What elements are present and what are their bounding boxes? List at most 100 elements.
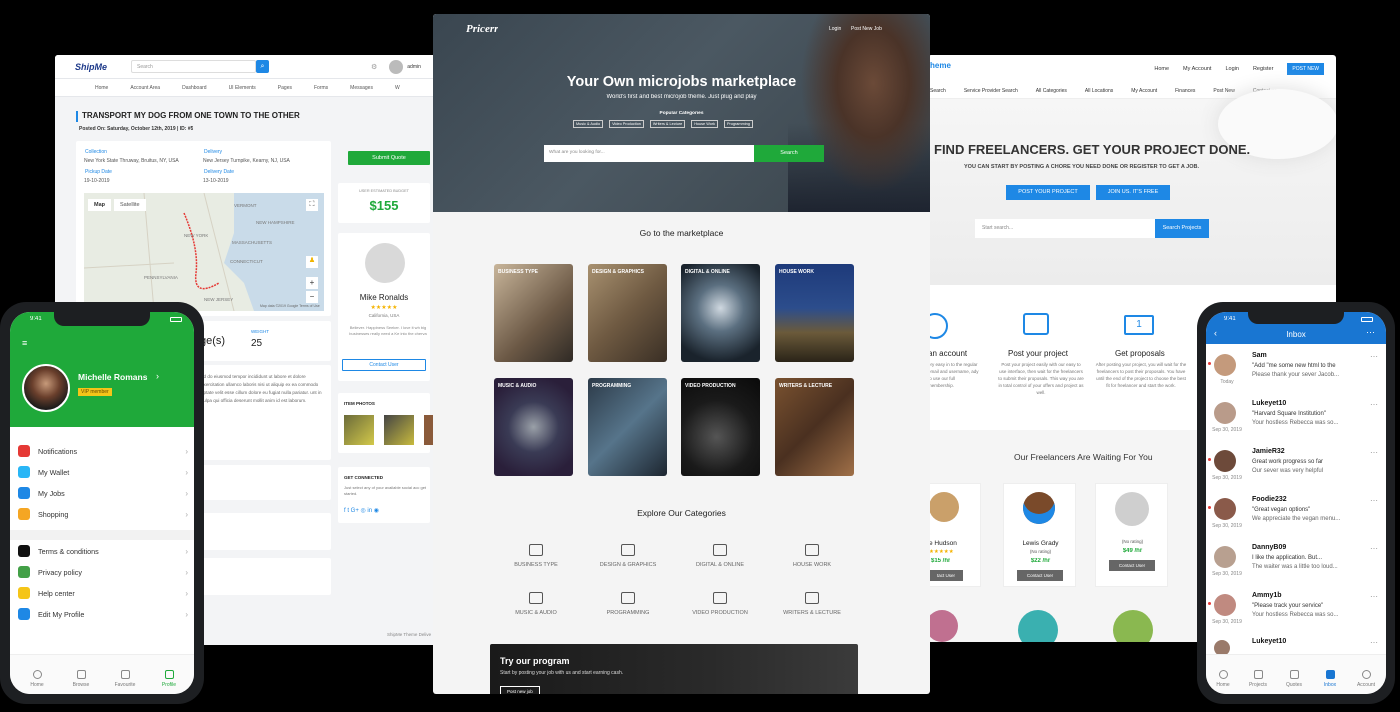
freelancer-card[interactable]: e Hudson ★★★★★ $15 /hr tact User (928, 483, 981, 587)
subnav-item[interactable]: All Locations (1085, 88, 1113, 94)
contact-user-button[interactable]: Contact User (1109, 560, 1155, 571)
chevron-right-icon[interactable]: › (156, 371, 159, 381)
search-button[interactable]: Search (754, 145, 824, 162)
pegman-icon[interactable]: ♟ (306, 256, 318, 268)
menu-terms[interactable]: Terms & conditions › (18, 544, 188, 558)
menu-wallet[interactable]: My Wallet › (18, 465, 188, 479)
message-item[interactable]: DannyB09 I like the application. But... Th… (1212, 544, 1378, 584)
contact-user-button[interactable]: Contact User (342, 359, 426, 371)
popular-tag[interactable]: Programming (724, 120, 753, 128)
search-input[interactable]: Search (131, 60, 256, 73)
fullscreen-icon[interactable]: ⛶ (306, 199, 318, 211)
explore-digital-online[interactable]: DIGITAL & ONLINE (675, 544, 765, 568)
menu-notifications[interactable]: Notifications › (18, 444, 188, 458)
item-photo[interactable] (344, 415, 374, 445)
tile-business-type[interactable]: BUSINESS TYPE (494, 264, 573, 362)
subnav-item[interactable]: Finances (1175, 88, 1195, 94)
nav-item[interactable]: Pages (278, 85, 292, 91)
settings-icon[interactable]: ⚙ (371, 63, 377, 71)
nav-item[interactable]: UI Elements (229, 85, 256, 91)
tab-home[interactable]: Home (1208, 670, 1238, 688)
freelancer-logo[interactable]: heme (930, 61, 951, 70)
nav-my-account[interactable]: My Account (1183, 66, 1211, 72)
post-job-link[interactable]: Post New Job (851, 26, 882, 32)
explore-music-audio[interactable]: MUSIC & AUDIO (491, 592, 581, 616)
nav-item[interactable]: Account Area (130, 85, 160, 91)
more-icon[interactable]: ⋯ (1370, 544, 1378, 553)
contact-user-button[interactable]: Contact User (1017, 570, 1063, 581)
tab-favourite[interactable]: Favourite (110, 670, 140, 688)
post-project-button[interactable]: POST YOUR PROJECT (1006, 185, 1090, 200)
subnav-item[interactable]: All Categories (1036, 88, 1067, 94)
nav-home[interactable]: Home (1154, 66, 1169, 72)
join-button[interactable]: JOIN US. IT'S FREE (1096, 185, 1170, 200)
tile-writers-lecture[interactable]: WRITERS & LECTURE (775, 378, 854, 476)
post-new-button[interactable]: POST NEW (1287, 63, 1324, 75)
subnav-item[interactable]: Search (930, 88, 946, 94)
menu-shopping[interactable]: Shopping › (18, 507, 188, 521)
social-icons[interactable]: f t G+ ◎ in ◉ (344, 507, 379, 514)
explore-design-graphics[interactable]: DESIGN & GRAPHICS (583, 544, 673, 568)
more-icon[interactable]: ⋯ (1370, 352, 1378, 361)
nav-item[interactable]: Forms (314, 85, 328, 91)
nav-item[interactable]: W (395, 85, 400, 91)
message-item[interactable]: JamieR32 Great work progress so far Our se… (1208, 448, 1378, 488)
tile-digital-online[interactable]: DIGITAL & ONLINE (681, 264, 760, 362)
subnav-item[interactable]: My Account (1131, 88, 1157, 94)
avatar[interactable] (389, 59, 404, 74)
freelancer-card[interactable]: Lewis Grady (No rating) $22 /hr Contact … (1003, 483, 1076, 587)
search-button[interactable]: ⌕ (256, 60, 269, 73)
tab-profile[interactable]: Profile (154, 670, 184, 688)
more-icon[interactable]: ⋯ (1370, 448, 1378, 457)
tab-browse[interactable]: Browse (66, 670, 96, 688)
tab-projects[interactable]: Projects (1243, 670, 1273, 688)
explore-house-work[interactable]: HOUSE WORK (767, 544, 857, 568)
popular-tag[interactable]: House Work (691, 120, 719, 128)
tile-programming[interactable]: PROGRAMMING (588, 378, 667, 476)
satellite-tab[interactable]: Satellite (114, 199, 146, 211)
menu-edit-profile[interactable]: Edit My Profile › (18, 607, 188, 621)
message-item[interactable]: Ammy1b "Please track your service" Your ho… (1208, 592, 1378, 632)
tab-inbox[interactable]: Inbox (1315, 670, 1345, 688)
message-item[interactable]: Foodie232 "Great vegan options" We appreci… (1208, 496, 1378, 536)
pricerr-logo[interactable]: Pricerr (466, 23, 498, 35)
search-input[interactable]: What are you looking for... (544, 145, 754, 162)
popular-tag[interactable]: Writers & Lecture (649, 120, 686, 128)
contact-user-button[interactable]: tact User (929, 570, 963, 581)
more-icon[interactable]: ⋯ (1370, 592, 1378, 601)
search-projects-button[interactable]: Search Projects (1155, 219, 1209, 238)
route-map[interactable]: Map Satellite VERMONT NEW HAMPSHIRE MASS… (84, 193, 324, 311)
tile-music-audio[interactable]: MUSIC & AUDIO (494, 378, 573, 476)
zoom-out-icon[interactable]: − (306, 291, 318, 303)
menu-help[interactable]: Help center › (18, 586, 188, 600)
more-icon[interactable]: ⋯ (1370, 638, 1378, 647)
zoom-in-icon[interactable]: + (306, 277, 318, 289)
explore-business-type[interactable]: BUSINESS TYPE (491, 544, 581, 568)
tab-home[interactable]: Home (22, 670, 52, 688)
nav-item[interactable]: Dashboard (182, 85, 206, 91)
subnav-item[interactable]: Post New (1213, 88, 1234, 94)
login-link[interactable]: Login (829, 26, 841, 32)
message-item[interactable]: Lukeyet10 "Harvard Square Institution" You… (1212, 400, 1378, 440)
nav-login[interactable]: Login (1225, 66, 1238, 72)
explore-video-production[interactable]: VIDEO PRODUCTION (675, 592, 765, 616)
tile-video-production[interactable]: VIDEO PRODUCTION (681, 378, 760, 476)
more-icon[interactable]: ⋯ (1370, 400, 1378, 409)
map-tab[interactable]: Map (88, 199, 111, 211)
message-item[interactable]: Sam "Add "me some new html to the Please t… (1208, 352, 1378, 392)
avatar[interactable] (22, 364, 70, 412)
shipme-logo[interactable]: ShipMe (75, 62, 125, 72)
tab-quotes[interactable]: Quotes (1279, 670, 1309, 688)
explore-programming[interactable]: PROGRAMMING (583, 592, 673, 616)
more-icon[interactable]: ⋯ (1370, 496, 1378, 505)
popular-tag[interactable]: Music & Audio (573, 120, 604, 128)
more-icon[interactable]: ⋯ (1366, 327, 1375, 338)
submit-quote-button[interactable]: Submit Quote (348, 151, 430, 165)
freelancer-card[interactable]: (No rating) $49 /hr Contact User (1095, 483, 1168, 587)
popular-tag[interactable]: Video Production (609, 120, 644, 128)
tile-design-graphics[interactable]: DESIGN & GRAPHICS (588, 264, 667, 362)
menu-icon[interactable]: ≡ (22, 338, 27, 348)
subnav-item[interactable]: Service Provider Search (964, 88, 1018, 94)
menu-jobs[interactable]: My Jobs › (18, 486, 188, 500)
menu-privacy[interactable]: Privacy policy › (18, 565, 188, 579)
